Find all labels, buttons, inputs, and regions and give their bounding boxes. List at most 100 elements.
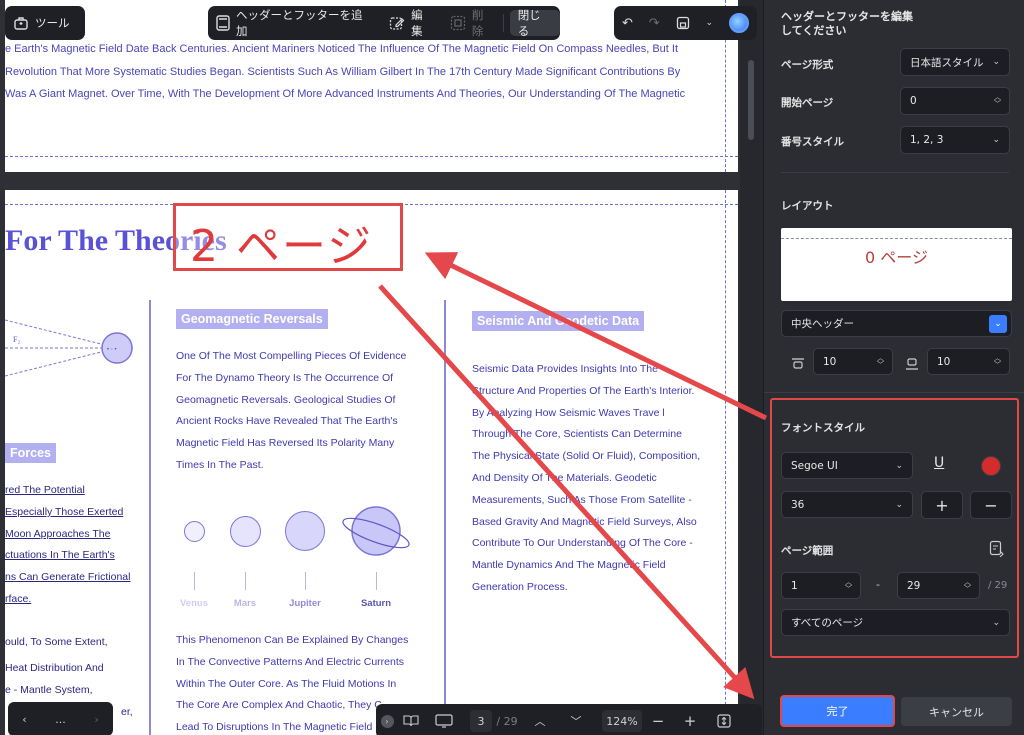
view-controls-bar: › 3 / 29 ︿ ﹀ 124% − + bbox=[376, 704, 762, 735]
geomagnetic-heading: Geomagnetic Reversals bbox=[176, 309, 328, 329]
page-number-annotation: 2 ページ bbox=[173, 203, 403, 272]
layout-label: レイアウト bbox=[781, 200, 834, 212]
page-range-icon[interactable] bbox=[989, 540, 1005, 561]
more-button[interactable]: ... bbox=[55, 702, 66, 735]
chevron-down-icon: ⌄ bbox=[895, 460, 903, 471]
toolbox-icon bbox=[13, 15, 29, 31]
margin-guide bbox=[5, 156, 738, 157]
text-line: ould, To Some Extent, bbox=[5, 636, 108, 648]
page-down-icon[interactable]: ﹀ bbox=[558, 704, 594, 735]
collapse-icon[interactable]: › bbox=[376, 704, 398, 735]
increase-font-button[interactable]: + bbox=[921, 491, 963, 519]
range-start-stepper[interactable]: 1 ︿ ﹀ bbox=[781, 572, 861, 599]
text-line: Through The Core, Scientists Can Determi… bbox=[472, 428, 682, 441]
seismic-heading: Seismic And Geodetic Data bbox=[472, 311, 645, 331]
font-family-select[interactable]: Segoe UI ⌄ bbox=[781, 452, 913, 479]
previous-icon[interactable]: ‹ bbox=[22, 702, 26, 735]
vertical-scrollbar[interactable] bbox=[740, 0, 763, 735]
column-divider bbox=[444, 300, 446, 735]
planet-mars bbox=[230, 516, 261, 547]
close-label: 閉じる bbox=[517, 8, 541, 38]
panel-title: ヘッダーとフッターを編集してください bbox=[781, 10, 913, 37]
delete-button[interactable]: 削除 bbox=[442, 6, 503, 40]
text-line: er, bbox=[121, 706, 133, 718]
total-pages: / 29 bbox=[496, 714, 518, 728]
redo-icon[interactable]: ↷ bbox=[649, 16, 660, 31]
toolbar-separator bbox=[502, 14, 504, 32]
add-header-footer-button[interactable]: ヘッダーとフッターを追加 bbox=[208, 6, 381, 40]
annotation-text: 2 ページ bbox=[190, 221, 374, 272]
font-color-swatch[interactable] bbox=[981, 456, 1001, 476]
zoom-out-icon[interactable]: − bbox=[642, 704, 674, 735]
scrollbar-thumb[interactable] bbox=[748, 60, 754, 140]
reading-mode-icon[interactable] bbox=[398, 704, 424, 735]
page-up-icon[interactable]: ︿ bbox=[522, 704, 558, 735]
top-margin-stepper[interactable]: 10 ︿ ﹀ bbox=[813, 348, 893, 375]
page-scope-value: すべてのページ bbox=[791, 617, 864, 629]
zoom-in-icon[interactable]: + bbox=[674, 704, 706, 735]
save-icon[interactable] bbox=[676, 16, 690, 30]
start-page-label: 開始ページ bbox=[781, 97, 834, 109]
text-line: Generation Process. bbox=[472, 580, 568, 593]
number-style-select[interactable]: 1, 2, 3 ⌄ bbox=[900, 126, 1010, 154]
bottom-margin-stepper[interactable]: 10 ︿ ﹀ bbox=[927, 348, 1010, 375]
underline-icon[interactable]: U bbox=[934, 455, 944, 471]
start-page-value: 0 bbox=[910, 95, 917, 107]
stepper-arrows-icon[interactable]: ︿ ﹀ bbox=[964, 578, 971, 593]
planet-venus bbox=[184, 521, 205, 542]
text-line: One Of The Most Compelling Pieces Of Evi… bbox=[176, 350, 407, 362]
seismic-paragraph: Seismic Data Provides Insights Into The … bbox=[472, 359, 722, 599]
text-line: Geomagnetic Reversals. Geological Studie… bbox=[176, 393, 396, 406]
divider bbox=[781, 172, 1009, 173]
stepper-arrows-icon[interactable]: ︿ ﹀ bbox=[994, 354, 1001, 369]
stepper-arrows-icon[interactable]: ︿ ﹀ bbox=[845, 578, 852, 593]
top-margin-icon bbox=[791, 355, 805, 374]
start-page-stepper[interactable]: 0 ︿ ﹀ bbox=[900, 87, 1010, 115]
zoom-level[interactable]: 124% bbox=[602, 710, 642, 732]
done-button[interactable]: 完了 bbox=[780, 695, 895, 727]
current-page-input[interactable]: 3 bbox=[470, 710, 492, 732]
text-line: In The Convective Patterns And Electric … bbox=[176, 655, 404, 668]
undo-icon[interactable]: ↶ bbox=[622, 16, 633, 31]
edit-button[interactable]: 編集 bbox=[381, 6, 442, 40]
tools-button-content[interactable]: ツール bbox=[5, 6, 78, 40]
range-end-stepper[interactable]: 29 ︿ ﹀ bbox=[897, 572, 980, 599]
page-format-select[interactable]: 日本語スタイル ⌄ bbox=[900, 48, 1010, 76]
document-viewer: e Earth's Magnetic Field Date Back Centu… bbox=[0, 0, 763, 735]
chevron-down-icon[interactable]: ⌄ bbox=[706, 18, 714, 28]
page-format-value: 日本語スタイル bbox=[910, 56, 984, 69]
text-line: Structure And Properties Of The Earth's … bbox=[472, 384, 695, 397]
tools-button[interactable]: ツール bbox=[5, 6, 85, 40]
range-end-value: 29 bbox=[907, 579, 921, 592]
next-icon[interactable]: › bbox=[94, 702, 98, 735]
chevron-down-icon: ⌄ bbox=[992, 617, 1000, 628]
text-line: red The Potential bbox=[5, 484, 85, 496]
fit-page-icon[interactable] bbox=[706, 704, 742, 735]
decrease-font-button[interactable]: − bbox=[970, 491, 1012, 519]
plus-icon: + bbox=[935, 495, 949, 515]
top-margin-value: 10 bbox=[823, 355, 837, 368]
column-divider bbox=[149, 300, 151, 735]
range-total: / 29 bbox=[988, 580, 1008, 591]
position-select[interactable]: 中央ヘッダー ⌄ bbox=[781, 310, 1012, 337]
page-scope-select[interactable]: すべてのページ ⌄ bbox=[781, 609, 1010, 636]
font-size-select[interactable]: 36 ⌄ bbox=[781, 491, 913, 518]
ai-assistant-icon[interactable] bbox=[729, 13, 749, 33]
text-line: ns Can Generate Frictional bbox=[5, 571, 131, 583]
close-button[interactable]: 閉じる bbox=[509, 8, 560, 38]
edit-label: 編集 bbox=[411, 8, 423, 38]
text-line: Moon Approaches The bbox=[5, 528, 111, 540]
stepper-arrows-icon[interactable]: ︿ ﹀ bbox=[994, 94, 1001, 108]
text-line: Seismic Data Provides Insights Into The bbox=[472, 363, 658, 375]
preview-guide bbox=[781, 238, 1012, 239]
planet-label: Mars bbox=[233, 598, 257, 609]
stepper-arrows-icon[interactable]: ︿ ﹀ bbox=[877, 354, 884, 369]
presentation-icon[interactable] bbox=[424, 704, 464, 735]
header-footer-toolbar: ヘッダーとフッターを追加 編集 削除 閉じる bbox=[208, 6, 560, 40]
cancel-button[interactable]: キャンセル bbox=[901, 697, 1012, 726]
planet-tick bbox=[245, 572, 246, 590]
text-line: Measurements, Such As Those From Satelli… bbox=[472, 493, 692, 506]
text-line: This Phenomenon Can Be Explained By Chan… bbox=[176, 634, 409, 646]
text-line: Revolution That More Systematic Studies … bbox=[5, 66, 681, 78]
quick-actions-toolbar: ↶ ↷ ⌄ bbox=[614, 6, 757, 40]
